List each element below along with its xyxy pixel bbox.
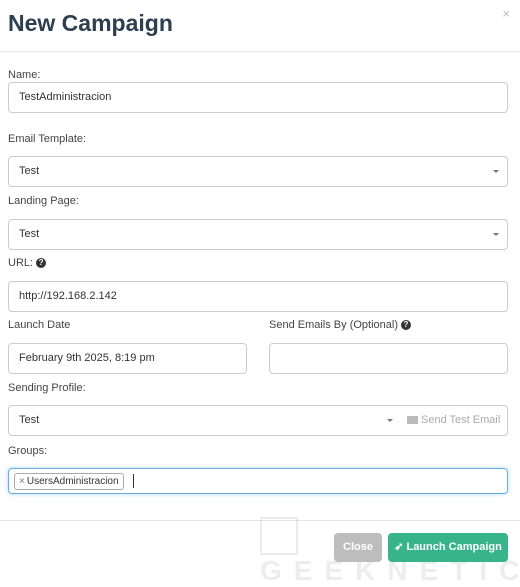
- sending-profile-group: Test Send Test Email: [8, 405, 508, 436]
- close-button[interactable]: Close: [334, 533, 382, 562]
- landing-page-select[interactable]: Test: [8, 219, 508, 250]
- landing-page-label: Landing Page:: [8, 195, 79, 207]
- url-input[interactable]: http://192.168.2.142: [8, 281, 508, 312]
- groups-input[interactable]: × UsersAdministracion: [8, 468, 508, 494]
- chevron-down-icon: [493, 233, 499, 236]
- email-template-label: Email Template:: [8, 133, 87, 145]
- send-by-label: Send Emails By (Optional)?: [269, 319, 411, 331]
- send-by-label-text: Send Emails By (Optional): [269, 319, 398, 331]
- launch-date-input[interactable]: February 9th 2025, 8:19 pm: [8, 343, 247, 374]
- email-template-select[interactable]: Test: [8, 156, 508, 187]
- name-input[interactable]: TestAdministracion: [8, 82, 508, 113]
- group-tag: × UsersAdministracion: [14, 473, 124, 490]
- rocket-icon: ➶: [394, 541, 407, 553]
- help-icon[interactable]: ?: [36, 258, 47, 269]
- chevron-down-icon: [387, 419, 393, 422]
- header-divider: [0, 51, 520, 52]
- send-by-input[interactable]: [269, 343, 508, 374]
- modal-title: New Campaign: [8, 10, 173, 36]
- send-test-email-label: Send Test Email: [421, 414, 501, 426]
- launch-date-label: Launch Date: [8, 319, 71, 331]
- help-icon[interactable]: ?: [401, 320, 411, 331]
- groups-label: Groups:: [8, 445, 48, 457]
- chevron-down-icon: [493, 170, 499, 173]
- sending-profile-select[interactable]: Test: [9, 406, 401, 435]
- landing-page-value: Test: [19, 228, 40, 240]
- email-template-value: Test: [19, 165, 40, 177]
- group-tag-label: UsersAdministracion: [26, 476, 119, 487]
- name-label: Name:: [8, 69, 41, 81]
- sending-profile-label: Sending Profile:: [8, 382, 86, 394]
- send-test-email-button[interactable]: Send Test Email: [407, 406, 500, 435]
- envelope-icon: [407, 416, 418, 424]
- launch-campaign-label: Launch Campaign: [406, 541, 502, 553]
- launch-campaign-button[interactable]: ➶ Launch Campaign: [388, 533, 508, 562]
- sending-profile-value: Test: [19, 414, 40, 426]
- remove-tag-icon[interactable]: ×: [19, 476, 25, 487]
- url-label-text: URL:: [8, 257, 34, 269]
- text-cursor: [133, 474, 134, 488]
- url-label: URL:?: [8, 257, 47, 269]
- close-icon[interactable]: ×: [502, 6, 510, 21]
